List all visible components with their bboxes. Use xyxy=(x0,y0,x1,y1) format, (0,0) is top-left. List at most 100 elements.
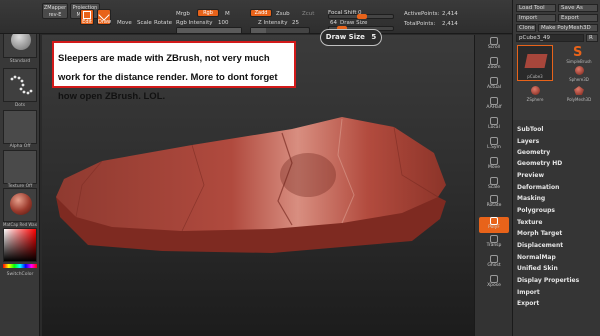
menu-geometry-hd[interactable]: Geometry HD xyxy=(517,160,562,167)
color-picker[interactable] xyxy=(3,228,37,262)
aahalf-icon xyxy=(490,97,498,105)
brush-label: Standard xyxy=(9,59,31,64)
focal-shift-slider[interactable] xyxy=(328,14,394,19)
simplebrush-icon: S xyxy=(573,45,583,60)
rotate-button[interactable]: Rotate xyxy=(154,20,172,26)
actual-button[interactable]: Actual xyxy=(479,77,509,93)
rotate-view-button[interactable]: Rotate xyxy=(479,195,509,211)
menu-displacement[interactable]: Displacement xyxy=(517,242,563,249)
xpose-button[interactable]: Xpose xyxy=(479,275,509,291)
active-points-value: 2,414 xyxy=(442,11,458,17)
make-polymesh-button[interactable]: Make PolyMesh3D xyxy=(538,24,598,32)
move-view-label: Move xyxy=(487,165,501,170)
menu-morph-target[interactable]: Morph Target xyxy=(517,230,562,237)
sphere-icon xyxy=(575,66,584,75)
scroll-button[interactable]: Scroll xyxy=(479,37,509,53)
edit-label: Edit xyxy=(82,19,92,25)
z-intensity-slider[interactable] xyxy=(250,27,310,34)
aahalf-button[interactable]: AAHalf xyxy=(479,97,509,113)
material-icon[interactable] xyxy=(3,188,37,222)
move-icon xyxy=(490,157,498,165)
lsym-button[interactable]: L.Sym xyxy=(479,137,509,153)
transp-icon xyxy=(490,235,498,243)
lsym-label: L.Sym xyxy=(487,145,501,150)
import-tool-button[interactable]: Import xyxy=(516,14,556,22)
transp-label: Transp xyxy=(486,243,502,248)
menu-deformation[interactable]: Deformation xyxy=(517,184,559,191)
rotate-icon xyxy=(490,195,498,203)
stroke-dots-icon[interactable] xyxy=(3,68,37,102)
polyf-button[interactable]: PolyF xyxy=(479,217,509,233)
rgb-intensity-label: Rgb Intensity xyxy=(176,20,213,26)
actual-icon xyxy=(490,77,498,85)
ghost-label: Ghost xyxy=(487,263,501,268)
switch-color-button[interactable]: SwitchColor xyxy=(0,272,40,277)
tool-thumb-zsphere[interactable]: ZSphere xyxy=(517,86,553,104)
menu-preview[interactable]: Preview xyxy=(517,172,544,179)
dots-stroke-icon xyxy=(10,75,33,95)
menu-geometry[interactable]: Geometry xyxy=(517,149,550,156)
local-label: Local xyxy=(488,125,500,130)
tool-thumb-sphere3d[interactable]: Sphere3D xyxy=(561,66,597,84)
rgb-intensity-slider[interactable] xyxy=(176,27,242,34)
zsphere-label: ZSphere xyxy=(526,97,544,102)
menu-polygroups[interactable]: Polygroups xyxy=(517,207,555,214)
menu-texture[interactable]: Texture xyxy=(517,219,542,226)
load-tool-button[interactable]: Load Tool xyxy=(516,4,556,12)
menu-masking[interactable]: Masking xyxy=(517,195,545,202)
m-button[interactable]: M xyxy=(225,11,230,17)
clone-button[interactable]: Clone xyxy=(516,24,536,32)
export-tool-button[interactable]: Export xyxy=(558,14,598,22)
alpha-off-icon[interactable] xyxy=(3,110,37,144)
tool-thumb-polymesh3d[interactable]: PolyMesh3D xyxy=(561,86,597,104)
ghost-icon xyxy=(490,255,498,263)
mrgb-button[interactable]: Mrgb xyxy=(176,11,190,17)
xpose-icon xyxy=(490,275,498,283)
edit-button[interactable]: Edit xyxy=(80,9,94,25)
zsub-button[interactable]: Zsub xyxy=(276,11,290,17)
sphere-label: Sphere3D xyxy=(569,77,589,82)
zmapper-label: ZMapper xyxy=(43,5,67,11)
right-tool-shelf: Scroll Zoom Actual AAHalf Local L.Sym Mo… xyxy=(474,35,512,336)
zadd-button[interactable]: Zadd xyxy=(250,9,272,17)
zoom-button[interactable]: Zoom xyxy=(479,57,509,73)
zoom-icon xyxy=(490,57,498,65)
texture-off-icon[interactable] xyxy=(3,150,37,184)
actual-label: Actual xyxy=(486,85,502,90)
hue-slider[interactable] xyxy=(3,264,37,268)
pcube-label: pCube3 xyxy=(527,74,543,79)
menu-import[interactable]: Import xyxy=(517,289,540,296)
material-label: MatCap Red Wax xyxy=(3,222,37,227)
stroke-label: Dots xyxy=(14,103,26,108)
scale-button[interactable]: Scale xyxy=(137,20,152,26)
move-button[interactable]: Move xyxy=(117,20,132,26)
tool-palette: Load Tool Save As Import Export Clone Ma… xyxy=(512,0,600,336)
move-view-button[interactable]: Move xyxy=(479,157,509,173)
menu-export[interactable]: Export xyxy=(517,300,539,307)
ghost-button[interactable]: Ghost xyxy=(479,255,509,271)
draw-size-popup[interactable]: Draw Size 5 xyxy=(320,29,382,46)
zmapper-button[interactable]: ZMapper rev-E xyxy=(42,3,68,19)
polymesh-icon xyxy=(574,86,584,95)
total-points-value: 2,414 xyxy=(442,21,458,27)
current-tool-field[interactable]: pCube3_49 xyxy=(516,34,584,42)
scale-icon xyxy=(490,177,498,185)
draw-button[interactable]: Draw xyxy=(97,9,111,25)
rgb-button[interactable]: Rgb xyxy=(197,9,219,17)
local-button[interactable]: Local xyxy=(479,117,509,133)
scale-view-label: Scale xyxy=(487,185,501,190)
zsphere-icon xyxy=(531,86,540,95)
menu-unified-skin[interactable]: Unified Skin xyxy=(517,265,558,272)
transp-button[interactable]: Transp xyxy=(479,235,509,251)
menu-display-properties[interactable]: Display Properties xyxy=(517,277,579,284)
tool-thumb-simplebrush[interactable]: S SimpleBrush xyxy=(561,45,597,65)
polyf-label: PolyF xyxy=(488,225,500,230)
menu-subtool[interactable]: SubTool xyxy=(517,126,543,133)
menu-normalmap[interactable]: NormalMap xyxy=(517,254,556,261)
tool-thumb-pcube3[interactable]: pCube3 xyxy=(517,45,553,81)
scale-view-button[interactable]: Scale xyxy=(479,177,509,193)
zcut-button[interactable]: Zcut xyxy=(302,11,314,17)
menu-layers[interactable]: Layers xyxy=(517,138,539,145)
save-as-button[interactable]: Save As xyxy=(558,4,598,12)
pcube-icon xyxy=(524,54,548,68)
